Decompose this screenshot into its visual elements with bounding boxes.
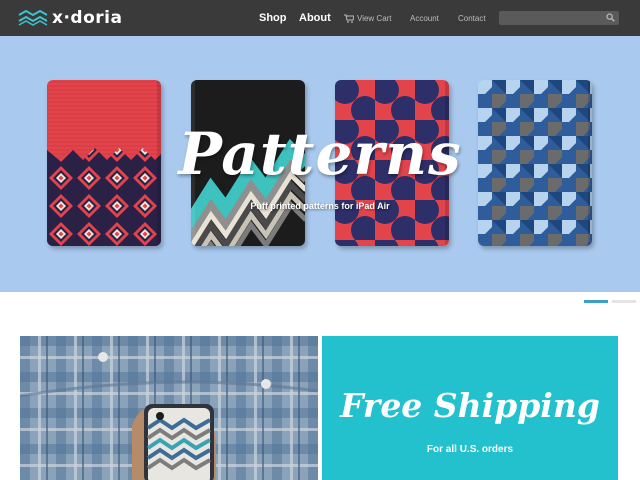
xdoria-logo[interactable]: x·doria <box>18 8 122 28</box>
promo-photo-panel[interactable] <box>20 336 318 480</box>
nav-item-account[interactable]: Account <box>410 0 439 36</box>
hero-subtitle: Puff printed patterns for iPad Air <box>250 201 390 211</box>
free-shipping-banner[interactable]: Free Shipping For all U.S. orders <box>322 336 618 480</box>
free-shipping-title: Free Shipping <box>340 386 600 425</box>
search-icon[interactable] <box>606 13 615 22</box>
nav-item-about[interactable]: About <box>299 0 331 36</box>
nav-item-view-cart[interactable]: View Cart <box>344 0 392 36</box>
slider-dot-1[interactable] <box>584 300 608 303</box>
nav-account-link[interactable]: Account <box>410 14 439 23</box>
logo-mark-icon <box>18 10 48 26</box>
nav-shop-link[interactable]: Shop <box>259 12 287 24</box>
logo-text: x·doria <box>52 8 123 28</box>
slider-dot-2[interactable] <box>612 300 636 303</box>
nav-contact-link[interactable]: Contact <box>458 14 486 23</box>
nav-about-link[interactable]: About <box>299 12 331 24</box>
hero-title: Patterns <box>178 120 462 188</box>
nav-view-cart-link[interactable]: View Cart <box>357 14 392 23</box>
plaid-shirt-phone-image <box>20 336 318 480</box>
search-input[interactable] <box>499 11 619 25</box>
nav-item-shop[interactable]: Shop <box>259 0 287 36</box>
top-navigation-bar: x·doria Shop About View Cart Account Con… <box>0 0 640 36</box>
nav-item-contact[interactable]: Contact <box>458 0 486 36</box>
hero-slider[interactable]: Patterns Puff printed patterns for iPad … <box>0 36 640 292</box>
cart-icon <box>344 14 354 23</box>
slider-pagination <box>584 300 636 304</box>
free-shipping-subtitle: For all U.S. orders <box>426 444 514 455</box>
